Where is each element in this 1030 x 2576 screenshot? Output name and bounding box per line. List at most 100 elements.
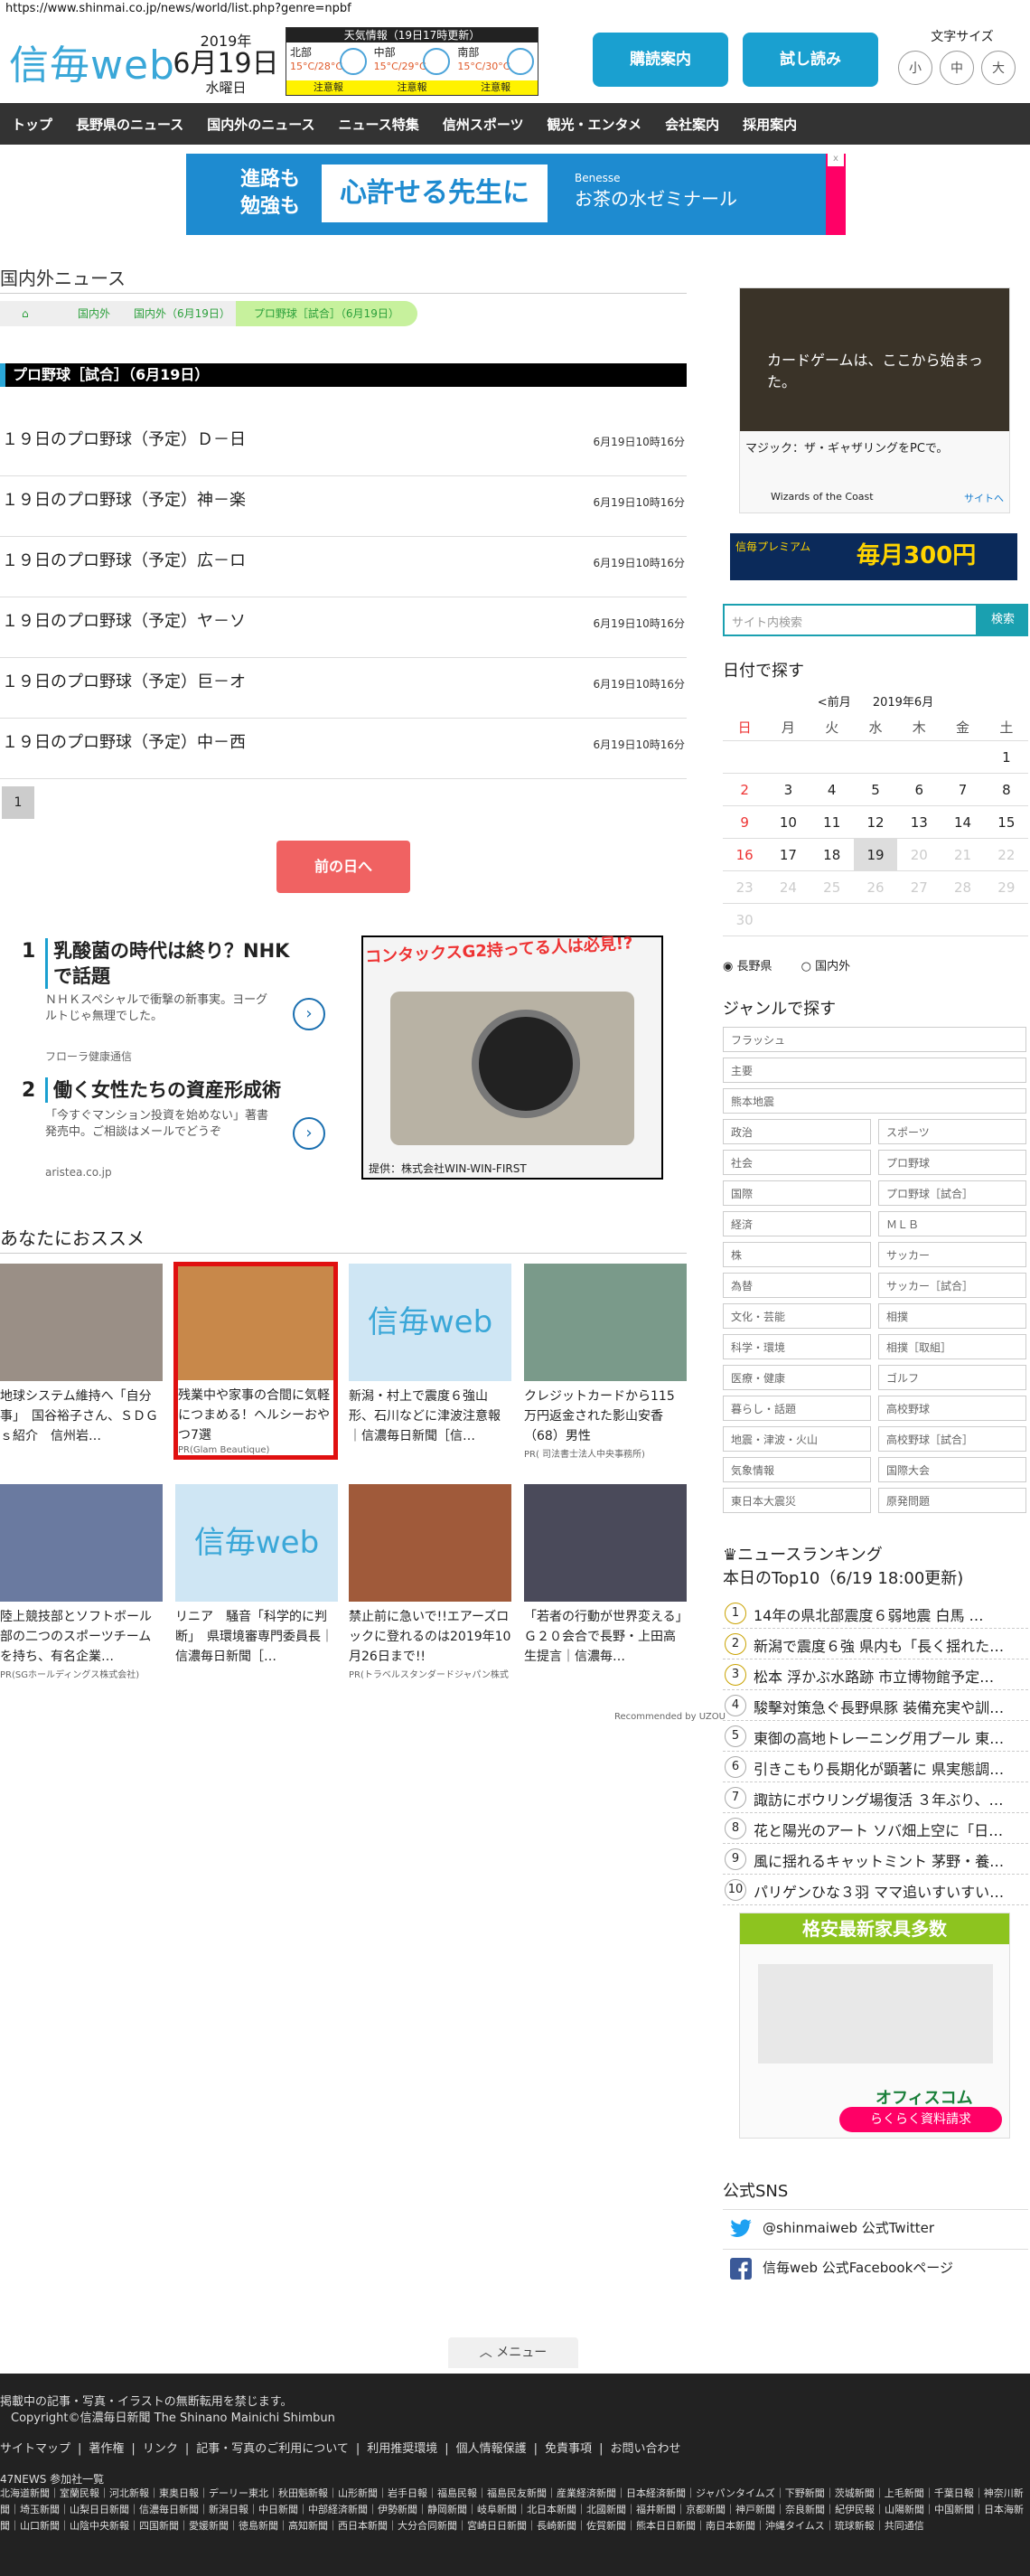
sidebar-ad[interactable]: カードゲームは、ここから始まった。 マジック：ザ・ギャザリングをPCで。 Wiz…	[739, 287, 1010, 513]
ranking-title[interactable]: 新潟で震度６強 県内も「長く揺れた…	[754, 1634, 1025, 1656]
genre-link[interactable]: 社会	[723, 1150, 871, 1175]
page-number[interactable]: 1	[2, 786, 34, 819]
recommend-card[interactable]: 地球システム維持へ「自分事」 国谷裕子さん、ＳＤＧｓ紹介 信州岩…	[0, 1264, 163, 1446]
genre-link[interactable]: 東日本大震災	[723, 1488, 871, 1513]
footer-link[interactable]: お問い合わせ	[610, 2442, 680, 2456]
calendar-day[interactable]: 10	[766, 806, 810, 839]
genre-link[interactable]: 高校野球［試合］	[878, 1426, 1026, 1452]
pr-ad-title[interactable]: 働く女性たちの資産形成術	[45, 1077, 307, 1103]
ranking-title[interactable]: 引きこもり長期化が顕著に 県実態調…	[754, 1757, 1025, 1779]
footer-link[interactable]: 記事・写真のご利用について	[196, 2442, 349, 2456]
ranking-item[interactable]: 2 新潟で震度６強 県内も「長く揺れた…	[723, 1629, 1028, 1659]
nav-world-news[interactable]: 国内外のニュース	[195, 115, 326, 134]
nav-top[interactable]: トップ	[0, 115, 64, 134]
genre-link[interactable]: 高校野球	[878, 1396, 1026, 1421]
camera-ad[interactable]: コンタックスG2持ってる人は必見!? 提供：株式会社WIN-WIN-FIRST	[361, 934, 663, 1180]
recommend-card[interactable]: 陸上競技部とソフトボール部の二つのスポーツチームを持ち、有名企業… PR(SGホ…	[0, 1484, 163, 1680]
pr-ad-2[interactable]: 2 働く女性たちの資産形成術 「今すぐマンション投資を始めない」著書発売中。ご相…	[18, 1076, 325, 1184]
prev-month-link[interactable]: <前月	[818, 696, 851, 710]
url-bar[interactable]: https://www.shinmai.co.jp/news/world/lis…	[5, 2, 351, 15]
ranking-title[interactable]: 花と陽光のアート ソバ畑上空に「日…	[754, 1819, 1025, 1840]
recommended-by[interactable]: Recommended by UZOU	[614, 1712, 726, 1722]
nav-tourism[interactable]: 観光・エンタメ	[536, 115, 654, 134]
nav-nagano-news[interactable]: 長野県のニュース	[64, 115, 195, 134]
genre-link[interactable]: 為替	[723, 1273, 871, 1298]
calendar-day[interactable]: 15	[984, 806, 1028, 839]
list-item[interactable]: １９日のプロ野球（予定）ヤ－ソ 6月19日10時16分	[0, 597, 687, 658]
footer-link[interactable]: 利用推奨環境	[367, 2442, 437, 2456]
footer-link[interactable]: サイトマップ	[0, 2442, 70, 2456]
breadcrumb-item[interactable]: 国内外（6月19日）	[116, 301, 248, 326]
article-title[interactable]: １９日のプロ野球（予定）中－西	[2, 729, 246, 753]
genre-link[interactable]: フラッシュ	[723, 1027, 1026, 1052]
genre-link[interactable]: 熊本地震	[723, 1088, 1026, 1114]
genre-link[interactable]: 医療・健康	[723, 1365, 871, 1390]
calendar-day[interactable]: 9	[723, 806, 767, 839]
weather-panel[interactable]: 天気情報（19日17時更新） 北部 15°C/28°C 注意報 中部 15°C/…	[286, 27, 538, 96]
genre-link[interactable]: 国際	[723, 1180, 871, 1206]
ranking-item[interactable]: 10 パリゲンひな３羽 ママ追いすいすい…	[723, 1875, 1028, 1905]
search-button[interactable]: 検索	[978, 604, 1028, 636]
calendar-day[interactable]: 19	[853, 839, 898, 871]
calendar-day[interactable]: 7	[941, 774, 985, 806]
ranking-item[interactable]: 6 引きこもり長期化が顕著に 県実態調…	[723, 1752, 1028, 1782]
article-title[interactable]: １９日のプロ野球（予定）巨－オ	[2, 669, 246, 692]
list-item[interactable]: １９日のプロ野球（予定）巨－オ 6月19日10時16分	[0, 658, 687, 719]
recommend-card[interactable]: 信毎web 新潟・村上で震度６強山形、石川などに津波注意報｜信濃毎日新聞［信…	[349, 1264, 511, 1446]
ad-close-icon[interactable]: x	[828, 154, 844, 166]
ranking-item[interactable]: 8 花と陽光のアート ソバ畑上空に「日…	[723, 1813, 1028, 1844]
chevron-right-icon[interactable]: ›	[293, 998, 325, 1030]
ranking-item[interactable]: 1 14年の県北部震度６弱地震 白馬 …	[723, 1598, 1028, 1629]
radio-world[interactable]: ○ 国内外	[801, 960, 864, 973]
genre-link[interactable]: ゴルフ	[878, 1365, 1026, 1390]
article-title[interactable]: １９日のプロ野球（予定）Ｄ－日	[2, 427, 246, 450]
ranking-item[interactable]: 7 諏訪にボウリング場復活 ３年ぶり、…	[723, 1782, 1028, 1813]
font-size-large-button[interactable]: 大	[981, 51, 1016, 85]
ranking-title[interactable]: パリゲンひな３羽 ママ追いすいすい…	[754, 1880, 1025, 1902]
list-item[interactable]: １９日のプロ野球（予定）中－西 6月19日10時16分	[0, 719, 687, 779]
recommend-card[interactable]: 残業中や家事の合間に気軽につまめる！ヘルシーおやつ7選 PR(Glam Beau…	[173, 1262, 338, 1460]
article-title[interactable]: １９日のプロ野球（予定）ヤ－ソ	[2, 608, 246, 632]
article-title[interactable]: １９日のプロ野球（予定）広－ロ	[2, 548, 246, 571]
footer-link[interactable]: 免責事項	[545, 2442, 592, 2456]
genre-link[interactable]: 相撲［取組］	[878, 1334, 1026, 1359]
calendar-day[interactable]: 12	[853, 806, 898, 839]
subscribe-button[interactable]: 購読案内	[593, 33, 728, 87]
nav-company[interactable]: 会社案内	[653, 115, 731, 134]
card-title[interactable]: 陸上競技部とソフトボール部の二つのスポーツチームを持ち、有名企業…	[0, 1607, 163, 1667]
genre-link[interactable]: スポーツ	[878, 1119, 1026, 1144]
footer-papers[interactable]: 北海道新聞｜室蘭民報｜河北新報｜東奥日報｜デーリー東北｜秋田魁新報｜山形新聞｜岩…	[0, 2486, 1030, 2534]
genre-link[interactable]: プロ野球［試合］	[878, 1180, 1026, 1206]
genre-link[interactable]: サッカー［試合］	[878, 1273, 1026, 1298]
pr-ad-1[interactable]: 1 乳酸菌の時代は終り？NHKで話題 ＮＨＫスペシャルで衝撃の新事実。ヨーグルト…	[18, 936, 325, 1063]
card-title[interactable]: クレジットカードから115万円返金された影山安香（68）男性	[524, 1387, 687, 1446]
card-title[interactable]: 残業中や家事の合間に気軽につまめる！ヘルシーおやつ7選	[178, 1386, 333, 1445]
footer-47news[interactable]: 47NEWS 参加社一覧	[0, 2471, 104, 2487]
genre-link[interactable]: 主要	[723, 1058, 1026, 1083]
calendar-day[interactable]: 11	[810, 806, 854, 839]
calendar-day[interactable]: 6	[897, 774, 941, 806]
genre-link[interactable]: 政治	[723, 1119, 871, 1144]
calendar-day[interactable]: 1	[984, 741, 1028, 774]
ranking-title[interactable]: 14年の県北部震度６弱地震 白馬 …	[754, 1603, 1025, 1625]
calendar-day[interactable]: 2	[723, 774, 767, 806]
ranking-title[interactable]: 諏訪にボウリング場復活 ３年ぶり、…	[754, 1788, 1025, 1810]
card-title[interactable]: 地球システム維持へ「自分事」 国谷裕子さん、ＳＤＧｓ紹介 信州岩…	[0, 1387, 163, 1446]
genre-link[interactable]: ＭＬＢ	[878, 1211, 1026, 1236]
calendar-day[interactable]: 13	[897, 806, 941, 839]
radio-nagano[interactable]: ◉ 長野県	[723, 960, 785, 973]
calendar-day[interactable]: 14	[941, 806, 985, 839]
site-logo[interactable]: 信毎web	[9, 33, 175, 90]
genre-link[interactable]: 経済	[723, 1211, 871, 1236]
list-item[interactable]: １９日のプロ野球（予定）広－ロ 6月19日10時16分	[0, 537, 687, 597]
card-title[interactable]: 新潟・村上で震度６強山形、石川などに津波注意報｜信濃毎日新聞［信…	[349, 1387, 511, 1446]
genre-link[interactable]: サッカー	[878, 1242, 1026, 1267]
ranking-item[interactable]: 3 松本 浮かぶ水路跡 市立博物館予定…	[723, 1659, 1028, 1690]
search-input[interactable]: サイト内検索	[723, 604, 978, 636]
genre-link[interactable]: 科学・環境	[723, 1334, 871, 1359]
recommend-card[interactable]: 「若者の行動が世界変える」Ｇ２０会合で長野・上田高生提言｜信濃毎…	[524, 1484, 687, 1667]
furniture-ad-button[interactable]: らくらく資料請求	[839, 2107, 1002, 2132]
premium-ad[interactable]: 信毎プレミアム 毎月300円	[730, 533, 1017, 580]
twitter-link[interactable]: @shinmaiweb 公式Twitter	[723, 2209, 1028, 2245]
ranking-item[interactable]: 9 風に揺れるキャットミント 茅野・養…	[723, 1844, 1028, 1875]
